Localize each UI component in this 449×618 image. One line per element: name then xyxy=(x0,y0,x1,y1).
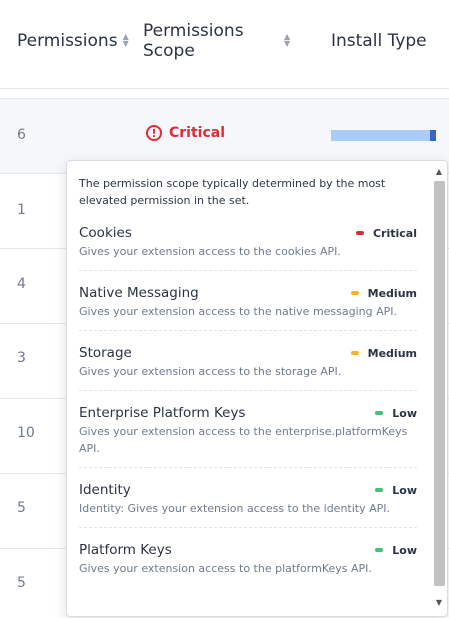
level-badge: Critical xyxy=(355,227,417,240)
scrollbar-thumb[interactable] xyxy=(434,181,445,586)
permission-description: Gives your extension access to the platf… xyxy=(79,562,372,575)
permission-name: Identity xyxy=(79,482,131,498)
permission-item: Enterprise Platform Keys Low Gives your … xyxy=(79,399,417,468)
medium-dot-icon xyxy=(350,291,359,295)
medium-dot-icon xyxy=(350,351,359,355)
popover-content: The permission scope typically determine… xyxy=(79,175,417,595)
scroll-down-arrow-icon[interactable]: ▼ xyxy=(433,598,445,608)
alert-circle-icon: ! xyxy=(146,125,162,141)
table-header: Permissions ▲ ▼ Permissions Scope ▲ ▼ In… xyxy=(0,0,449,89)
permission-item: Native Messaging Medium Gives your exten… xyxy=(79,279,417,331)
permission-item: Storage Medium Gives your extension acce… xyxy=(79,339,417,391)
scroll-up-arrow-icon[interactable]: ▲ xyxy=(433,167,445,177)
low-dot-icon xyxy=(375,488,384,492)
permission-name: Enterprise Platform Keys xyxy=(79,405,246,421)
level-badge: Low xyxy=(375,544,417,557)
level-badge: Low xyxy=(375,484,417,497)
install-type-bar xyxy=(331,130,436,141)
low-dot-icon xyxy=(375,411,384,415)
level-badge: Low xyxy=(375,407,417,420)
permissions-count: 1 xyxy=(17,202,26,218)
permissions-count: 10 xyxy=(17,425,35,441)
permissions-count: 4 xyxy=(17,276,26,292)
scope-cell[interactable]: ! Critical xyxy=(146,125,225,141)
permission-name: Cookies xyxy=(79,225,132,241)
permission-item: Platform Keys Low Gives your extension a… xyxy=(79,536,417,587)
level-badge: Medium xyxy=(350,287,417,300)
column-header-permissions-scope[interactable]: Permissions Scope xyxy=(143,21,283,61)
level-badge: Medium xyxy=(350,347,417,360)
permissions-scope-popover[interactable]: The permission scope typically determine… xyxy=(66,160,448,617)
column-header-install-type[interactable]: Install Type xyxy=(331,31,427,51)
permission-item: Cookies Critical Gives your extension ac… xyxy=(79,219,417,271)
permission-name: Storage xyxy=(79,345,132,361)
permissions-count: 5 xyxy=(17,500,26,516)
scope-label: Critical xyxy=(169,125,226,141)
column-header-permissions[interactable]: Permissions ▲ ▼ xyxy=(17,31,129,51)
permission-description: Identity: Gives your extension access to… xyxy=(79,502,391,515)
low-dot-icon xyxy=(375,548,384,552)
permission-name: Platform Keys xyxy=(79,542,172,558)
critical-dot-icon xyxy=(355,231,364,235)
popover-scrollbar[interactable]: ▲ ▼ xyxy=(433,167,445,608)
permissions-count: 5 xyxy=(17,575,26,591)
install-type-bar-cap xyxy=(430,130,436,141)
popover-intro: The permission scope typically determine… xyxy=(79,177,386,207)
sort-icon[interactable]: ▲ ▼ xyxy=(284,33,290,48)
permission-description: Gives your extension access to the nativ… xyxy=(79,305,398,318)
column-header-scope-label: Permissions Scope xyxy=(143,21,244,61)
permission-description: Gives your extension access to the enter… xyxy=(79,425,408,455)
column-header-permissions-label: Permissions xyxy=(17,31,118,51)
permission-description: Gives your extension access to the cooki… xyxy=(79,245,341,258)
table-spacer-row xyxy=(0,89,449,99)
permission-item: Identity Low Identity: Gives your extens… xyxy=(79,476,417,528)
permission-name: Native Messaging xyxy=(79,285,199,301)
sort-icon[interactable]: ▲ ▼ xyxy=(123,33,129,48)
permissions-count: 6 xyxy=(17,127,26,143)
permission-description: Gives your extension access to the stora… xyxy=(79,365,342,378)
permissions-count: 3 xyxy=(17,350,26,366)
